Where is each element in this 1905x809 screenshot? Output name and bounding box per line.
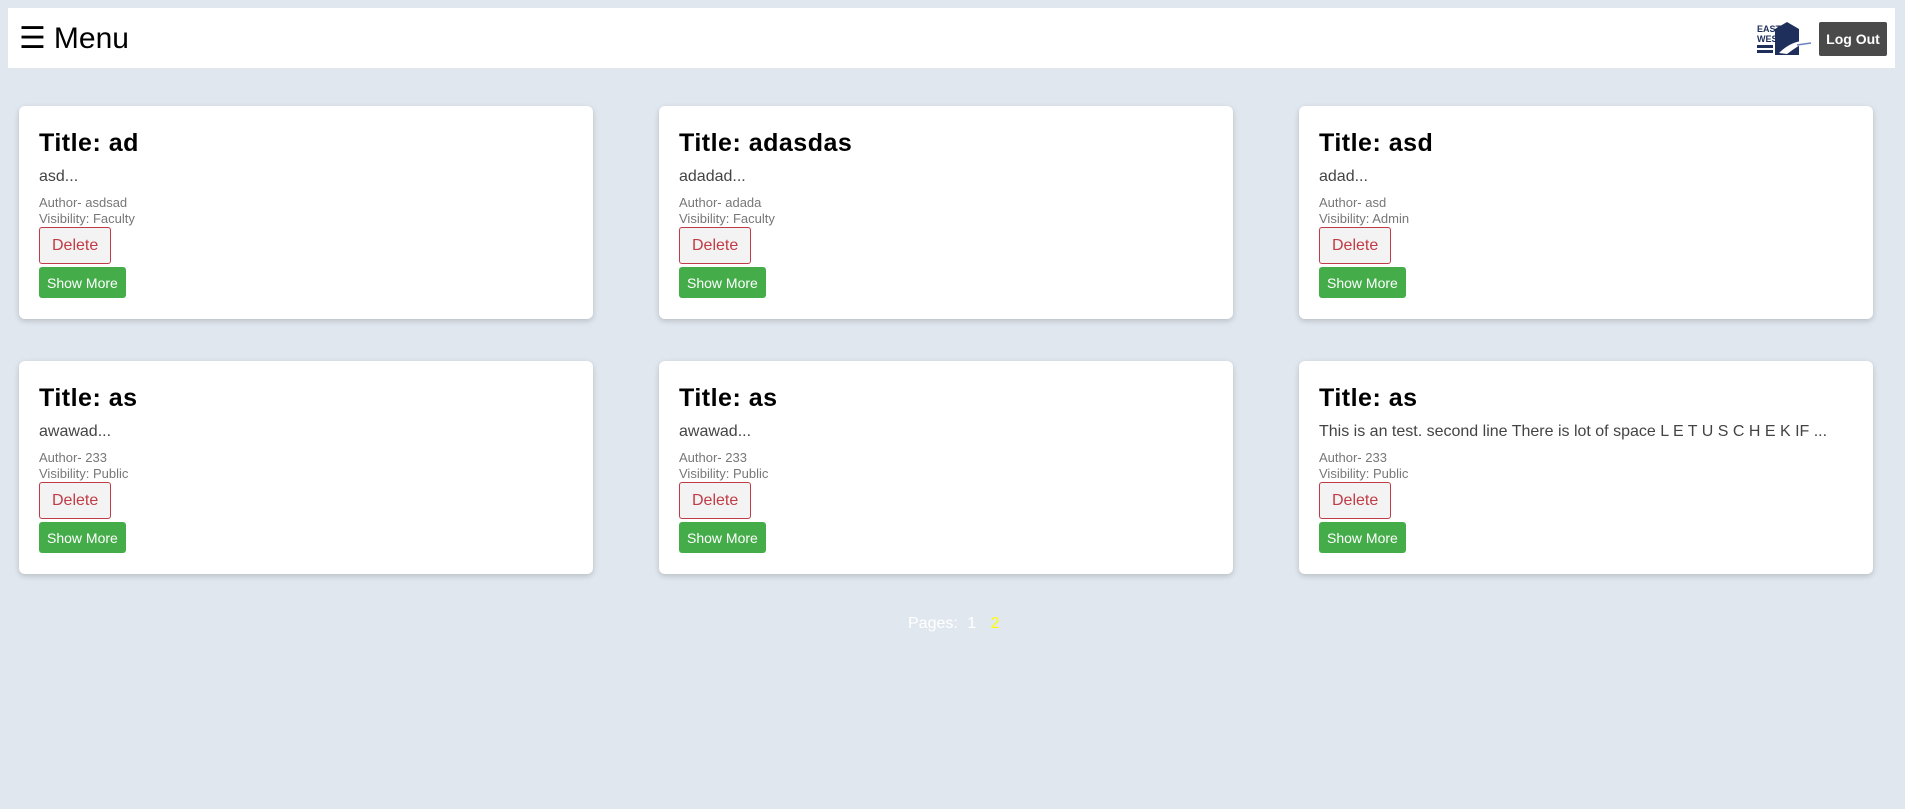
post-visibility: Visibility: Faculty xyxy=(679,211,775,226)
page-link-1[interactable]: 1 xyxy=(967,615,976,632)
post-card: Title: as This is an test. second line T… xyxy=(1299,361,1873,574)
east-west-university-logo: EAST WEST xyxy=(1757,21,1813,55)
post-visibility: Visibility: Admin xyxy=(1319,211,1410,226)
post-card: Title: asd adad... Author- asd Visibilit… xyxy=(1299,106,1873,319)
logout-button[interactable]: Log Out xyxy=(1819,22,1887,56)
top-navbar: ☰ Menu EAST WEST Log Out xyxy=(8,8,1895,68)
menu-toggle[interactable]: ☰ Menu xyxy=(19,22,129,56)
post-author: Author- asdsad xyxy=(39,195,128,210)
post-description: adadad... xyxy=(679,168,746,185)
post-card: Title: as awawad... Author- 233 Visibili… xyxy=(659,361,1233,574)
delete-button[interactable]: Delete xyxy=(679,482,752,519)
post-title: Title: as xyxy=(39,384,138,412)
post-description: awawad... xyxy=(679,423,752,440)
pagination: Pages: 1 2 xyxy=(908,614,1000,634)
post-title: Title: ad xyxy=(39,129,139,157)
show-more-button[interactable]: Show More xyxy=(39,267,126,298)
post-card: Title: adasdas adadad... Author- adada V… xyxy=(659,106,1233,319)
show-more-button[interactable]: Show More xyxy=(39,522,126,553)
post-visibility: Visibility: Public xyxy=(679,466,769,481)
post-author: Author- 233 xyxy=(39,450,107,465)
post-description: This is an test. second line There is lo… xyxy=(1319,423,1828,440)
post-visibility: Visibility: Public xyxy=(1319,466,1409,481)
delete-button[interactable]: Delete xyxy=(39,227,112,264)
hamburger-icon[interactable]: ☰ xyxy=(19,22,46,56)
page-link-2[interactable]: 2 xyxy=(991,615,1000,632)
post-author: Author- 233 xyxy=(679,450,747,465)
post-title: Title: as xyxy=(1319,384,1418,412)
post-title: Title: asd xyxy=(1319,129,1434,157)
delete-button[interactable]: Delete xyxy=(679,227,752,264)
post-author: Author- adada xyxy=(679,195,762,210)
post-author: Author- asd xyxy=(1319,195,1387,210)
show-more-button[interactable]: Show More xyxy=(1319,267,1406,298)
post-card-grid: Title: ad asd... Author- asdsad Visibili… xyxy=(19,106,1874,574)
post-author: Author- 233 xyxy=(1319,450,1387,465)
pagination-label: Pages: xyxy=(908,615,958,632)
post-title: Title: adasdas xyxy=(679,129,853,157)
post-card: Title: as awawad... Author- 233 Visibili… xyxy=(19,361,593,574)
delete-button[interactable]: Delete xyxy=(1319,227,1392,264)
post-title: Title: as xyxy=(679,384,778,412)
post-card: Title: ad asd... Author- asdsad Visibili… xyxy=(19,106,593,319)
post-description: adad... xyxy=(1319,168,1368,185)
post-visibility: Visibility: Public xyxy=(39,466,129,481)
show-more-button[interactable]: Show More xyxy=(679,522,766,553)
show-more-button[interactable]: Show More xyxy=(1319,522,1406,553)
post-visibility: Visibility: Faculty xyxy=(39,211,135,226)
menu-label[interactable]: Menu xyxy=(54,22,129,56)
show-more-button[interactable]: Show More xyxy=(679,267,766,298)
delete-button[interactable]: Delete xyxy=(39,482,112,519)
post-description: asd... xyxy=(39,168,79,185)
post-description: awawad... xyxy=(39,423,112,440)
delete-button[interactable]: Delete xyxy=(1319,482,1392,519)
